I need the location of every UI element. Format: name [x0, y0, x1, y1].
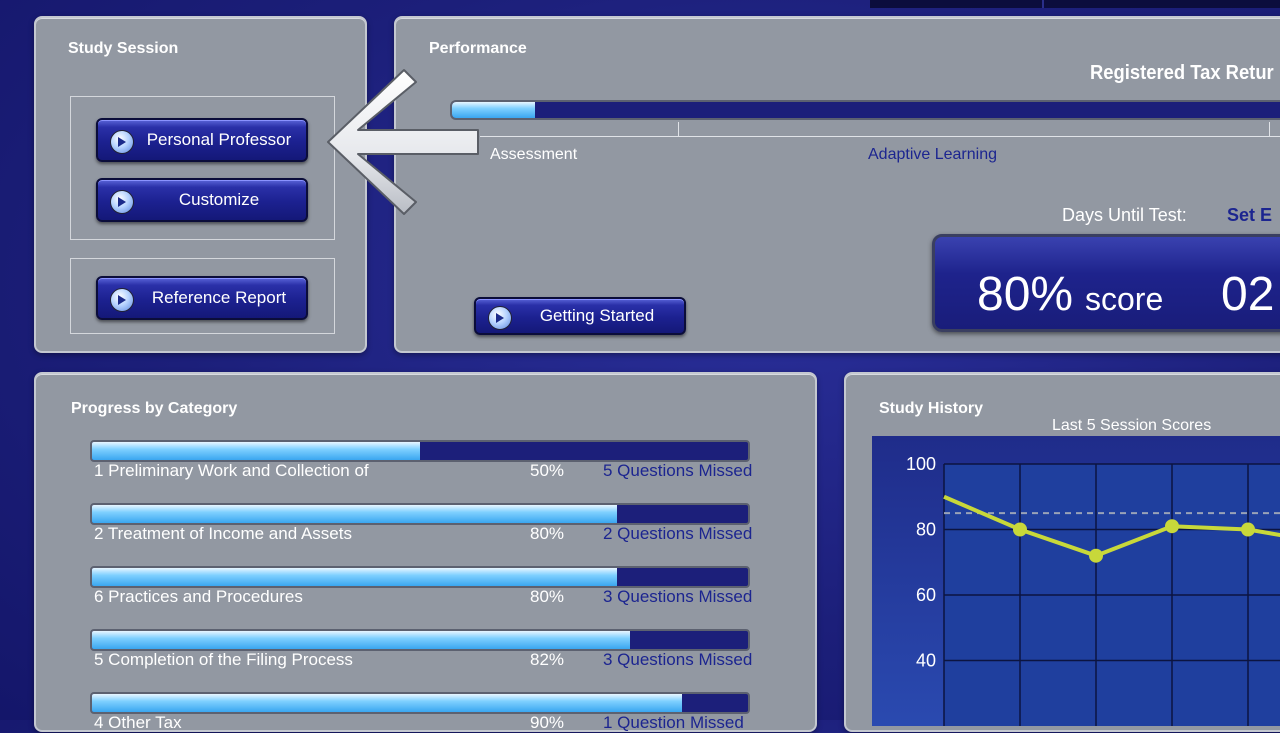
category-name: 4 Other Tax [94, 713, 182, 732]
category-percent: 50% [530, 461, 565, 480]
stage-adaptive-learning: Adaptive Learning [868, 146, 997, 163]
category-progress-bar [90, 566, 750, 588]
top-strip [870, 0, 1280, 8]
category-progress-bar [90, 440, 750, 462]
y-tick-label: 60 [916, 585, 936, 605]
category-progress-fill [92, 568, 617, 586]
category-progress-bar [90, 692, 750, 714]
panel-title: Study Session [68, 40, 179, 57]
y-tick-label: 80 [916, 520, 936, 540]
reference-report-button[interactable]: Reference Report [96, 276, 308, 320]
category-progress-fill [92, 631, 630, 649]
data-point [1013, 522, 1027, 537]
exam-title: Registered Tax Retur [1090, 62, 1274, 84]
chart-svg: 40 60 80 100 [906, 454, 1280, 726]
button-label: Personal Professor [146, 130, 292, 149]
data-point [1241, 522, 1255, 537]
category-name: 6 Practices and Procedures [94, 587, 303, 606]
score-label: score [1085, 281, 1164, 317]
stage-line [480, 136, 1280, 137]
category-progress-bar [90, 629, 750, 651]
category-percent: 80% [530, 524, 565, 543]
getting-started-button[interactable]: Getting Started [474, 297, 686, 335]
arrow-right-icon [488, 306, 512, 330]
score-box: 80% score 02 [932, 234, 1280, 332]
arrow-right-icon [110, 130, 134, 154]
category-percent: 90% [530, 713, 565, 732]
days-until-test-value[interactable]: Set E [1227, 205, 1272, 226]
category-name: 5 Completion of the Filing Process [94, 650, 353, 669]
category-progress-fill [92, 694, 683, 712]
button-label: Getting Started [539, 306, 655, 325]
stage-tick [1269, 122, 1270, 136]
data-point [1089, 548, 1103, 563]
category-missed: 3 Questions Missed [603, 587, 753, 606]
arrow-right-icon [110, 190, 134, 214]
session-scores-chart: 40 60 80 100 [872, 436, 1280, 726]
y-tick-label: 100 [906, 454, 936, 474]
category-missed: 1 Question Missed [603, 713, 744, 732]
button-label: Reference Report [151, 288, 287, 307]
panel-title: Study History [879, 400, 984, 417]
category-percent: 80% [530, 587, 565, 606]
stage-tick [678, 122, 679, 136]
top-strip-divider [1042, 0, 1044, 8]
chart-title: Last 5 Session Scores [1052, 417, 1212, 434]
category-missed: 3 Questions Missed [603, 650, 753, 669]
category-missed: 2 Questions Missed [603, 524, 753, 543]
panel-title: Progress by Category [71, 400, 238, 417]
customize-button[interactable]: Customize [96, 178, 308, 222]
days-until-test-label: Days Until Test: [1062, 205, 1187, 225]
button-label: Customize [178, 190, 260, 209]
category-name: 1 Preliminary Work and Collection of [94, 461, 369, 480]
secondary-value: 02 [1221, 268, 1275, 321]
score-value: 80% [977, 268, 1074, 321]
data-point [1165, 519, 1179, 534]
performance-progress-bar [450, 100, 1280, 120]
category-missed: 5 Questions Missed [603, 461, 753, 480]
progress-by-category-panel: Progress by Category [34, 372, 817, 732]
panel-title: Performance [429, 40, 527, 57]
category-progress-fill [92, 442, 420, 460]
category-progress-fill [92, 505, 617, 523]
pointer-arrow-icon [327, 69, 479, 215]
category-progress-bar [90, 503, 750, 525]
category-name: 2 Treatment of Income and Assets [94, 524, 352, 543]
stage-assessment: Assessment [490, 146, 578, 163]
y-tick-label: 40 [916, 651, 936, 671]
category-percent: 82% [530, 650, 565, 669]
arrow-right-icon [110, 288, 134, 312]
personal-professor-button[interactable]: Personal Professor [96, 118, 308, 162]
